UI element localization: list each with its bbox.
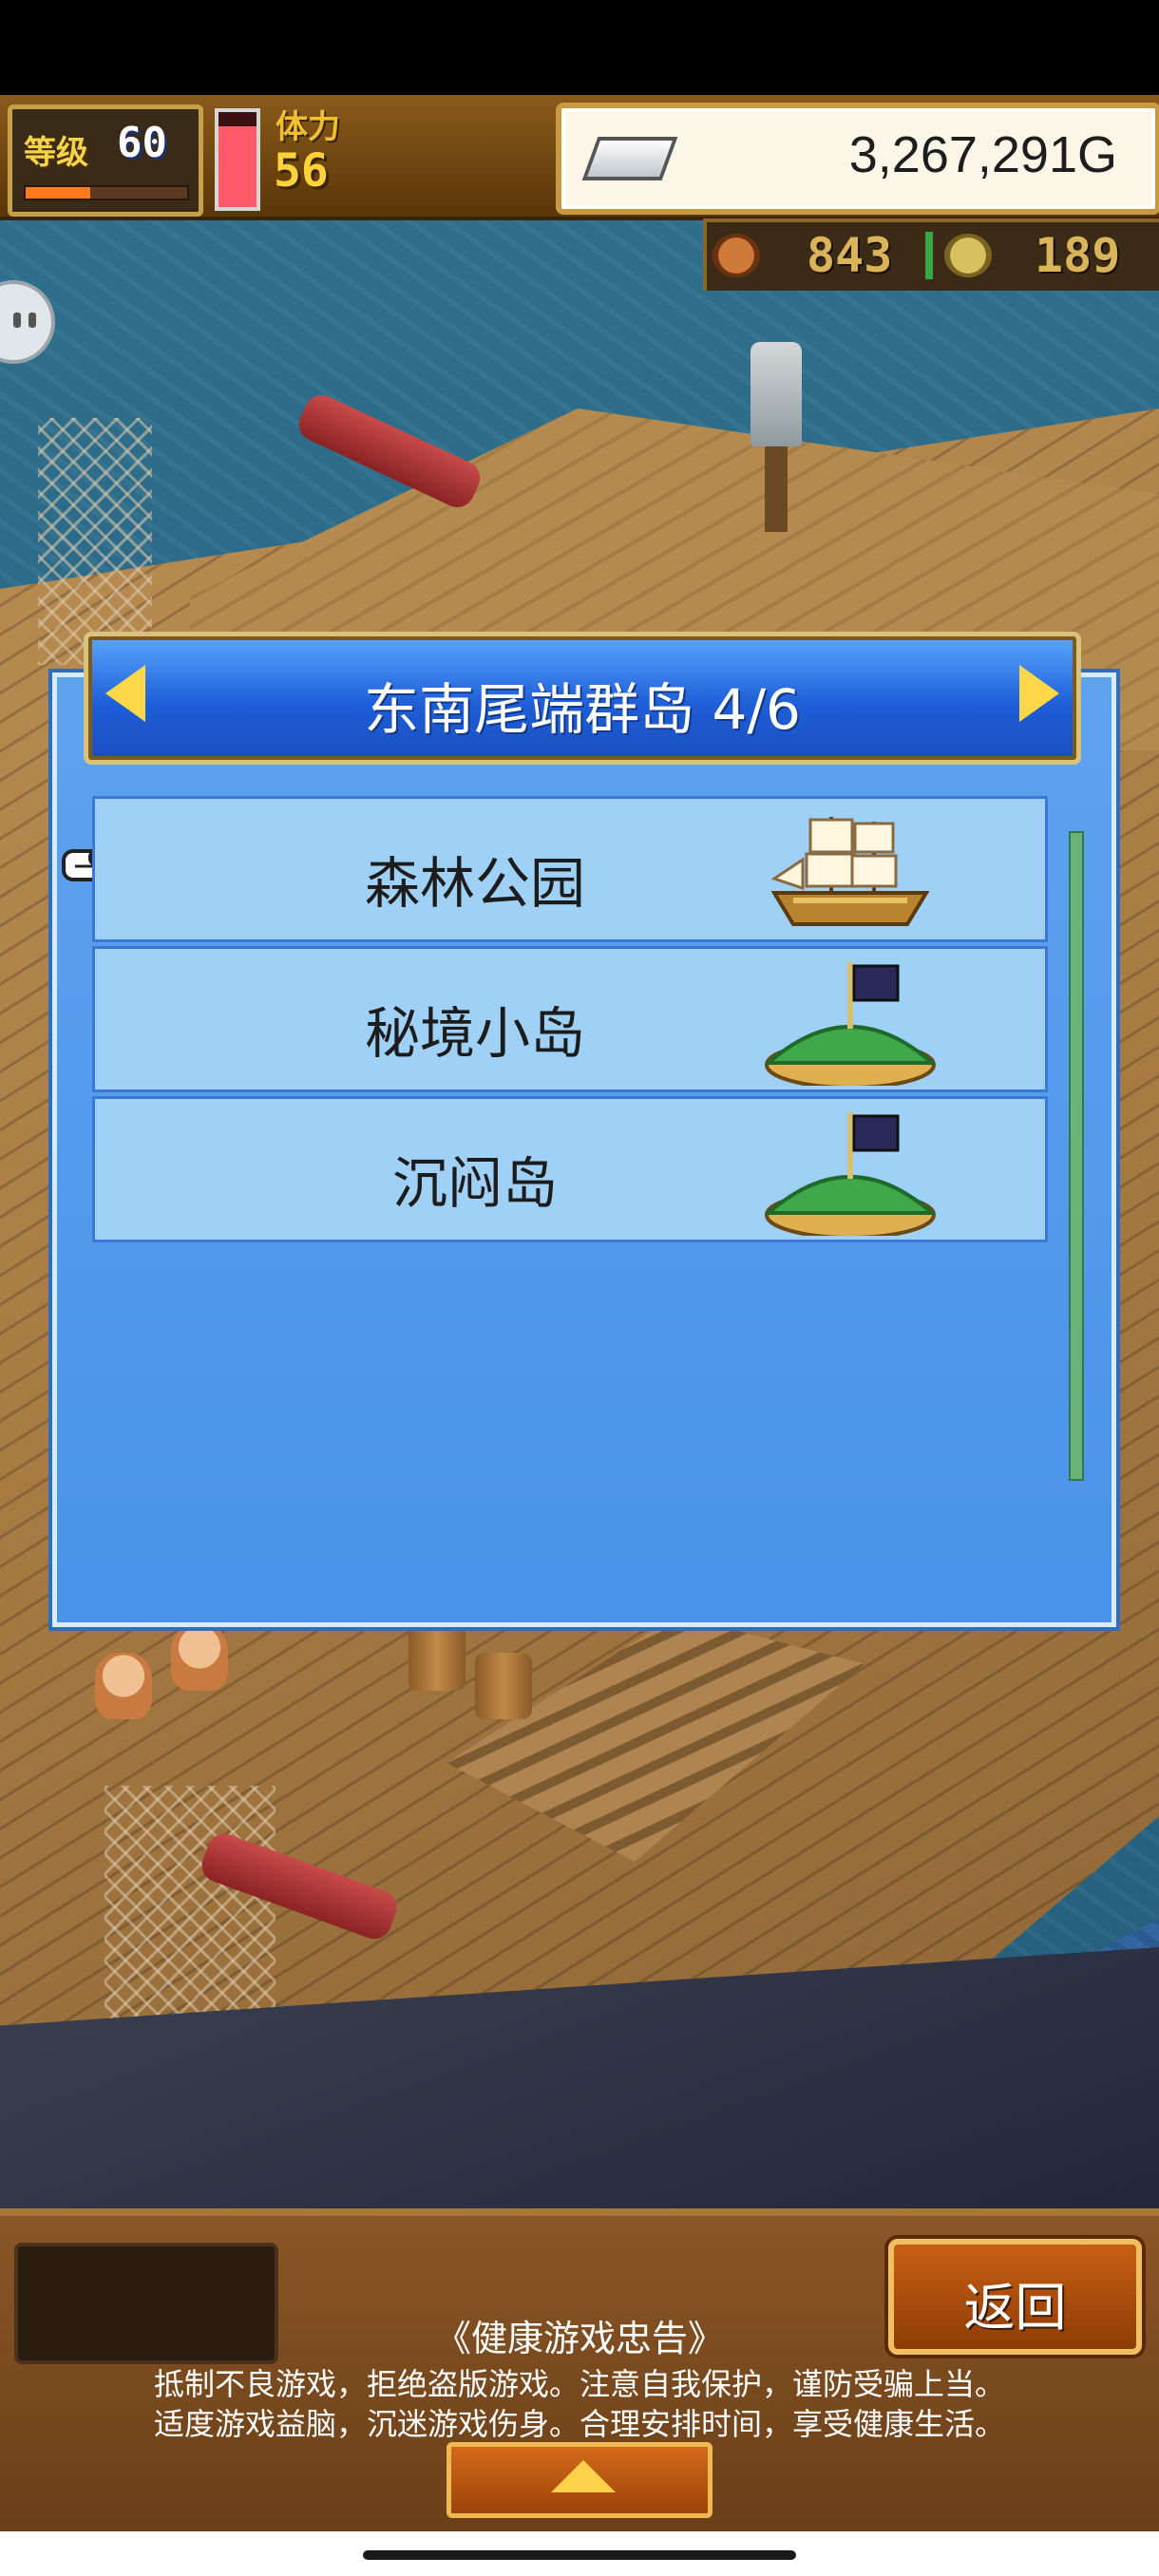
island-list: 森林公园 秘境小岛 沉闷岛 — [92, 796, 1048, 1246]
barrel — [475, 1653, 532, 1719]
arrow-right-icon[interactable] — [1019, 665, 1059, 722]
island-flag-icon — [765, 1112, 936, 1236]
divider — [925, 232, 933, 279]
level-panel: 等级 60 — [8, 104, 203, 217]
game-screen: 等级 60 体力 56 3,267,291G 843 189 东南尾端群岛 4/… — [0, 0, 1159, 2576]
dialog-header: 东南尾端群岛 4/6 — [84, 632, 1081, 765]
meat-icon — [712, 234, 760, 277]
resource-2-value: 189 — [1035, 228, 1121, 283]
chevron-up-icon — [551, 2460, 616, 2492]
health-notice-line: 抵制不良游戏，拒绝盗版游戏。注意自我保护，谨防受骗上当。 — [153, 2366, 1005, 2402]
list-item-island[interactable]: 森林公园 — [92, 796, 1048, 942]
barrel — [408, 1624, 466, 1691]
island-name: 森林公园 — [364, 851, 585, 916]
stamina-gauge — [215, 108, 260, 211]
gold-value: 3,267,291G — [848, 126, 1117, 183]
health-notice-line: 适度游戏益脑，沉迷游戏伤身。合理安排时间，享受健康生活。 — [153, 2406, 1005, 2442]
region-title: 东南尾端群岛 4/6 — [364, 677, 801, 742]
crew-sprite — [171, 1624, 228, 1691]
lantern-post — [765, 446, 788, 532]
level-progress-bar — [24, 185, 189, 200]
island-name: 沉闷岛 — [391, 1151, 558, 1216]
lantern — [750, 342, 802, 446]
stamina-fill — [218, 126, 256, 207]
home-indicator[interactable] — [363, 2550, 796, 2560]
gold-panel: 3,267,291G — [556, 103, 1159, 215]
status-bar-area — [0, 0, 1159, 95]
health-notice-title: 《健康游戏忠告》 — [434, 2318, 724, 2359]
list-scrollbar[interactable] — [1069, 831, 1084, 1481]
ship-icon — [770, 817, 930, 926]
expand-button[interactable] — [446, 2442, 712, 2518]
level-label: 等级 — [24, 134, 88, 172]
resource-1-value: 843 — [807, 228, 893, 283]
island-name: 秘境小岛 — [364, 1001, 585, 1066]
rope-net — [38, 418, 152, 665]
bottom-panel: 返回 《健康游戏忠告》 抵制不良游戏，拒绝盗版游戏。注意自我保护，谨防受骗上当。… — [0, 2208, 1159, 2539]
resource-bar: 843 189 — [703, 218, 1159, 291]
list-item-island[interactable]: 沉闷岛 — [92, 1096, 1048, 1242]
level-value: 60 — [117, 119, 167, 167]
island-flag-icon — [765, 962, 936, 1086]
coin-icon — [944, 234, 992, 277]
top-hud: 等级 60 体力 56 3,267,291G — [0, 95, 1159, 220]
list-item-island[interactable]: 秘境小岛 — [92, 946, 1048, 1092]
silver-bar-icon — [581, 137, 678, 180]
stamina-value: 56 — [274, 144, 329, 198]
crew-sprite — [95, 1653, 152, 1719]
level-progress-fill — [26, 187, 90, 199]
stamina-label: 体力 — [276, 108, 340, 146]
